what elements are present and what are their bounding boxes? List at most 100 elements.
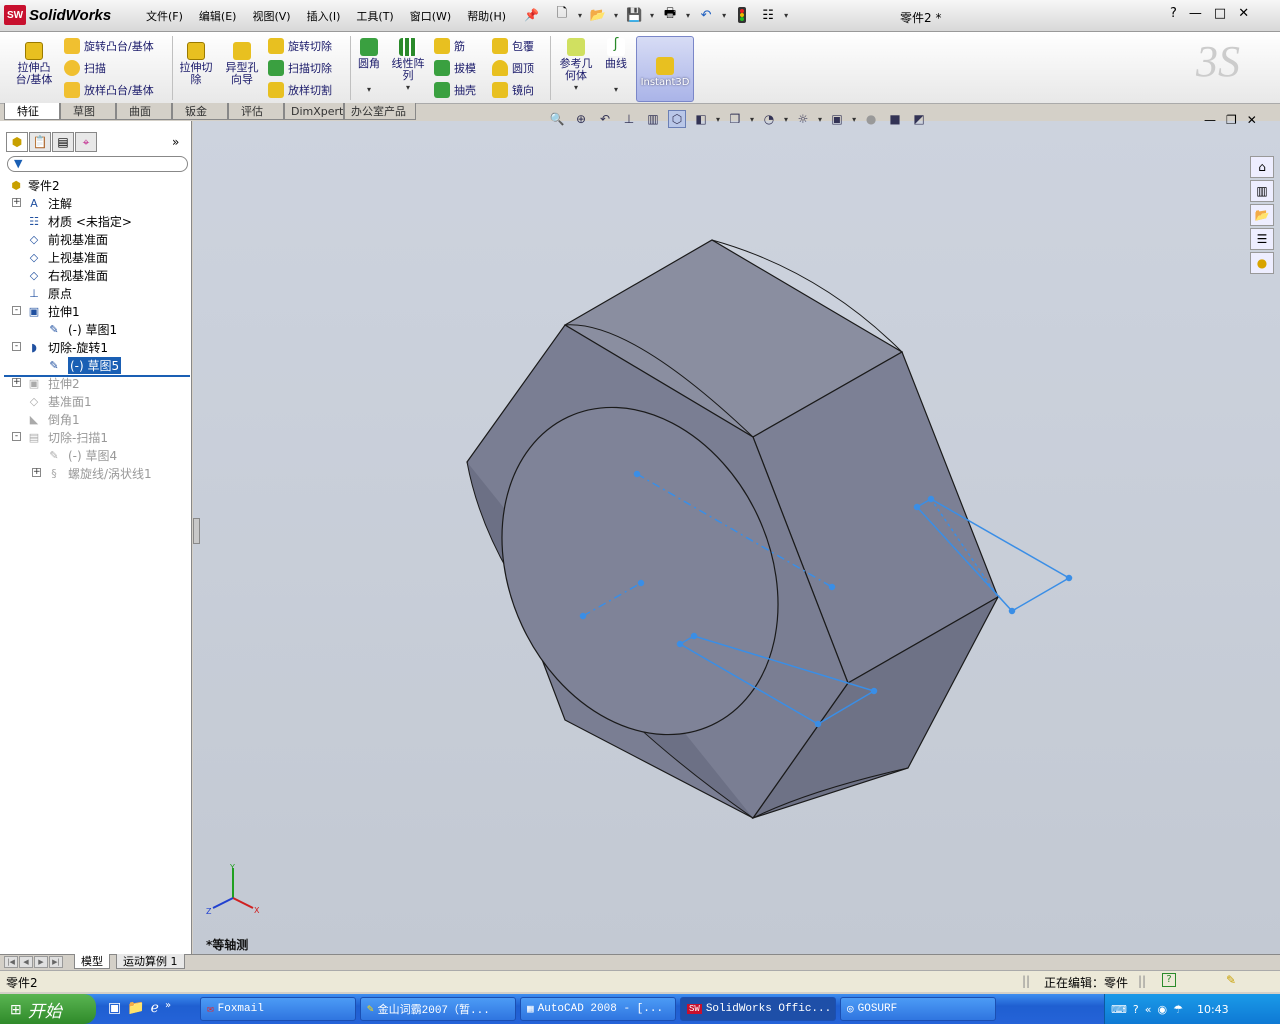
network-icon[interactable]: ◉ xyxy=(1157,1003,1167,1016)
taskbar-gosurf[interactable]: ◎ GOSURF xyxy=(840,997,996,1021)
hide-show-items-icon[interactable]: ❒ xyxy=(726,110,744,128)
sweep-cut-button[interactable]: 扫描切除 xyxy=(268,60,332,76)
tree-filter-input[interactable]: ▼ xyxy=(7,156,188,172)
tab-dimxpert[interactable]: DimXpert xyxy=(284,103,344,120)
menu-file[interactable]: 文件(F) xyxy=(138,8,191,24)
reference-geometry-button[interactable]: 参考几 何体 ▾ xyxy=(556,38,596,94)
tree-item[interactable]: ◇ 右视基准面 xyxy=(0,266,192,284)
menu-tools[interactable]: 工具(T) xyxy=(348,8,401,24)
tree-item[interactable]: ✎ (-) 草图1 xyxy=(0,320,192,338)
rib-button[interactable]: 筋 xyxy=(434,38,465,54)
tab-surfaces[interactable]: 曲面 xyxy=(116,103,172,120)
tree-item[interactable]: ◣ 倒角1 xyxy=(0,410,192,428)
tab-features[interactable]: 特征 xyxy=(4,103,60,120)
view-palette-icon[interactable]: ☰ xyxy=(1250,228,1274,250)
viewport-minimize-icon[interactable]: — xyxy=(1204,113,1216,127)
last-tab-icon[interactable]: ▶| xyxy=(49,956,63,968)
minimize-icon[interactable]: — xyxy=(1189,6,1202,21)
revolve-cut-button[interactable]: 旋转切除 xyxy=(268,38,332,54)
new-dropdown[interactable]: ▾ xyxy=(578,11,582,20)
menu-edit[interactable]: 编辑(E) xyxy=(191,8,245,24)
display-style-dropdown[interactable]: ▾ xyxy=(716,115,720,124)
save-icon[interactable]: 💾 xyxy=(624,6,644,24)
design-library-icon[interactable]: ▥ xyxy=(1250,180,1274,202)
dome-button[interactable]: 圆顶 xyxy=(492,60,534,76)
tree-item[interactable]: ◇ 基准面1 xyxy=(0,392,192,410)
tree-item[interactable]: ✎ (-) 草图4 xyxy=(0,446,192,464)
print-dropdown[interactable]: ▾ xyxy=(686,11,690,20)
explorer-icon[interactable]: 📁 xyxy=(127,1000,144,1016)
nut-model[interactable]: Y X Z *等轴测 xyxy=(193,121,1280,954)
tray-help-icon[interactable]: ? xyxy=(1133,1003,1139,1016)
loft-cut-button[interactable]: 放样切割 xyxy=(268,82,332,98)
open-icon[interactable]: 📂 xyxy=(588,6,608,24)
loft-button[interactable]: 放样凸台/基体 xyxy=(64,82,154,98)
appearances-icon[interactable]: ● xyxy=(1250,252,1274,274)
linear-pattern-button[interactable]: 线性阵 列 ▾ xyxy=(388,38,428,94)
antivirus-icon[interactable]: ☂ xyxy=(1173,1003,1183,1016)
apply-scene-icon[interactable]: ☼ xyxy=(794,110,812,128)
tab-model[interactable]: 模型 xyxy=(74,954,110,969)
mirror-button[interactable]: 镜向 xyxy=(492,82,534,98)
perspective-icon[interactable]: ◩ xyxy=(910,110,928,128)
status-help-icon[interactable]: ? xyxy=(1162,973,1176,987)
tree-item[interactable]: + § 螺旋线/涡状线1 xyxy=(0,464,192,482)
menu-insert[interactable]: 插入(I) xyxy=(299,8,349,24)
display-style-icon[interactable]: ◧ xyxy=(692,110,710,128)
tab-motion-study[interactable]: 运动算例 1 xyxy=(116,954,185,969)
quicklaunch-more-icon[interactable]: » xyxy=(165,1000,171,1016)
tree-expand-toggle[interactable]: - xyxy=(12,432,21,441)
zoom-to-fit-icon[interactable]: 🔍 xyxy=(548,110,566,128)
zoom-to-area-icon[interactable]: ⊕ xyxy=(572,110,590,128)
edit-appearance-icon[interactable]: ◔ xyxy=(760,110,778,128)
revolve-boss-button[interactable]: 旋转凸台/基体 xyxy=(64,38,154,54)
view-settings-icon[interactable]: ▣ xyxy=(828,110,846,128)
shell-button[interactable]: 抽壳 xyxy=(434,82,476,98)
appearance-dropdown[interactable]: ▾ xyxy=(784,115,788,124)
taskbar-solidworks[interactable]: SW SolidWorks Offic... xyxy=(680,997,836,1021)
rebuild-icon[interactable] xyxy=(732,6,752,24)
save-dropdown[interactable]: ▾ xyxy=(650,11,654,20)
file-explorer-icon[interactable]: 📂 xyxy=(1250,204,1274,226)
tree-item[interactable]: ✎ (-) 草图5 xyxy=(0,356,192,374)
propertymanager-tab-icon[interactable]: 📋 xyxy=(29,132,51,152)
desktop-icon[interactable]: ▣ xyxy=(108,1000,121,1016)
menu-window[interactable]: 窗口(W) xyxy=(402,8,459,24)
extrude-cut-button[interactable]: 拉伸切 除 xyxy=(176,42,216,86)
tree-item[interactable]: ◇ 上视基准面 xyxy=(0,248,192,266)
undo-icon[interactable]: ↶ xyxy=(696,6,716,24)
tree-expand-toggle[interactable]: + xyxy=(12,198,21,207)
prev-tab-icon[interactable]: ◀ xyxy=(19,956,33,968)
close-icon[interactable]: ✕ xyxy=(1238,6,1249,21)
tree-expand-toggle[interactable]: + xyxy=(32,468,41,477)
tree-item[interactable]: ⊥ 原点 xyxy=(0,284,192,302)
app-logo[interactable]: SW SolidWorks xyxy=(4,4,111,26)
tree-item[interactable]: - ▣ 拉伸1 xyxy=(0,302,192,320)
undo-dropdown[interactable]: ▾ xyxy=(722,11,726,20)
hide-show-dropdown[interactable]: ▾ xyxy=(750,115,754,124)
section-view-icon[interactable]: ⊥ xyxy=(620,110,638,128)
tree-item[interactable]: - ◗ 切除-旋转1 xyxy=(0,338,192,356)
next-tab-icon[interactable]: ▶ xyxy=(34,956,48,968)
expand-panel-icon[interactable]: » xyxy=(172,135,179,149)
curves-dropdown[interactable]: ▾ xyxy=(614,84,618,96)
dynamic-annotation-icon[interactable]: ▥ xyxy=(644,110,662,128)
options-dropdown[interactable]: ▾ xyxy=(784,11,788,20)
menu-view[interactable]: 视图(V) xyxy=(244,8,298,24)
configurationmanager-tab-icon[interactable]: ▤ xyxy=(52,132,74,152)
curves-button[interactable]: ʃ 曲线 ▾ xyxy=(600,37,632,96)
tab-sheetmetal[interactable]: 钣金 xyxy=(172,103,228,120)
tree-item[interactable]: - ▤ 切除-扫描1 xyxy=(0,428,192,446)
refgeom-dropdown[interactable]: ▾ xyxy=(574,82,578,94)
tab-evaluate[interactable]: 评估 xyxy=(228,103,284,120)
fillet-button[interactable]: 圆角 ▾ xyxy=(354,38,384,96)
featuremanager-tab-icon[interactable]: ⬢ xyxy=(6,132,28,152)
dimxpertmanager-tab-icon[interactable]: ⌖ xyxy=(75,132,97,152)
taskbar-foxmail[interactable]: ✉ Foxmail xyxy=(200,997,356,1021)
instant3d-button[interactable]: Instant3D xyxy=(636,36,694,102)
tree-item[interactable]: ◇ 前视基准面 xyxy=(0,230,192,248)
open-dropdown[interactable]: ▾ xyxy=(614,11,618,20)
realview-icon[interactable]: ● xyxy=(862,110,880,128)
wrap-button[interactable]: 包覆 xyxy=(492,38,534,54)
view-orientation-icon[interactable]: ⬡ xyxy=(668,110,686,128)
